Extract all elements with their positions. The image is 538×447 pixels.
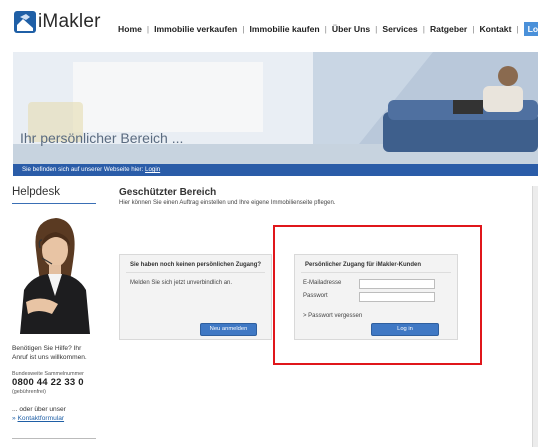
logo[interactable]: iMakler (14, 11, 101, 33)
banner-image (13, 52, 538, 164)
nav-immobilie-kaufen[interactable]: Immobilie kaufen (249, 24, 319, 34)
contact-form-link-row: » Kontaktformular (12, 414, 102, 423)
phone-note: (gebührenfrei) (12, 389, 46, 395)
header: iMakler Home | Immobilie verkaufen | Immob… (0, 0, 538, 52)
helpdesk-sidebar: Helpdesk Benötigen Sie Hilfe? Ihr Anruf … (12, 186, 96, 439)
arrow-right-icon: » (12, 415, 16, 422)
location-login-link[interactable]: Login (145, 166, 160, 173)
helpdesk-agent-image (12, 210, 96, 334)
logo-text: iMakler (38, 11, 101, 32)
help-text-line-2: Anruf ist uns willkommen. (12, 354, 87, 361)
nav-services[interactable]: Services (382, 24, 417, 34)
nav-immobilie-verkaufen[interactable]: Immobilie verkaufen (154, 24, 237, 34)
register-text: Melden Sie sich jetzt unverbindlich an. (130, 280, 233, 286)
highlight-box (273, 225, 482, 365)
help-text: Benötigen Sie Hilfe? Ihr Anruf ist uns w… (12, 344, 102, 362)
phone-number: 0800 44 22 33 0 (12, 377, 84, 388)
nav-kontakt[interactable]: Kontakt (479, 24, 511, 34)
page-subtitle: Hier können Sie einen Auftrag einstellen… (119, 200, 336, 206)
location-text: Sie befinden sich auf unserer Webseite h… (22, 166, 144, 173)
or-text: ... oder über unser (12, 406, 66, 413)
sidebar-bottom-divider (12, 438, 96, 439)
nav-ratgeber[interactable]: Ratgeber (430, 24, 467, 34)
nav-login-button[interactable]: Login (523, 22, 538, 36)
register-panel: Sie haben noch keinen persönlichen Zugan… (119, 254, 272, 340)
register-heading: Sie haben noch keinen persönlichen Zugan… (130, 262, 262, 268)
page-title: Geschützter Bereich (119, 187, 217, 198)
help-text-line-1: Benötigen Sie Hilfe? Ihr (12, 345, 82, 352)
hero-banner: Ihr persönlicher Bereich ... (13, 52, 538, 164)
main-nav: Home | Immobilie verkaufen | Immobilie kau… (118, 22, 538, 36)
nav-ueber-uns[interactable]: Über Uns (332, 24, 370, 34)
logo-icon (14, 11, 36, 33)
sidebar-divider (12, 203, 96, 204)
scrollbar[interactable] (532, 186, 538, 447)
register-divider (126, 272, 265, 273)
contact-form-link[interactable]: Kontaktformular (18, 415, 65, 422)
banner-title: Ihr persönlicher Bereich ... (20, 130, 184, 146)
helpdesk-title: Helpdesk (12, 186, 60, 198)
nav-home[interactable]: Home (118, 24, 142, 34)
location-bar: Sie befinden sich auf unserer Webseite h… (13, 164, 538, 176)
register-button[interactable]: Neu anmelden (200, 323, 257, 336)
